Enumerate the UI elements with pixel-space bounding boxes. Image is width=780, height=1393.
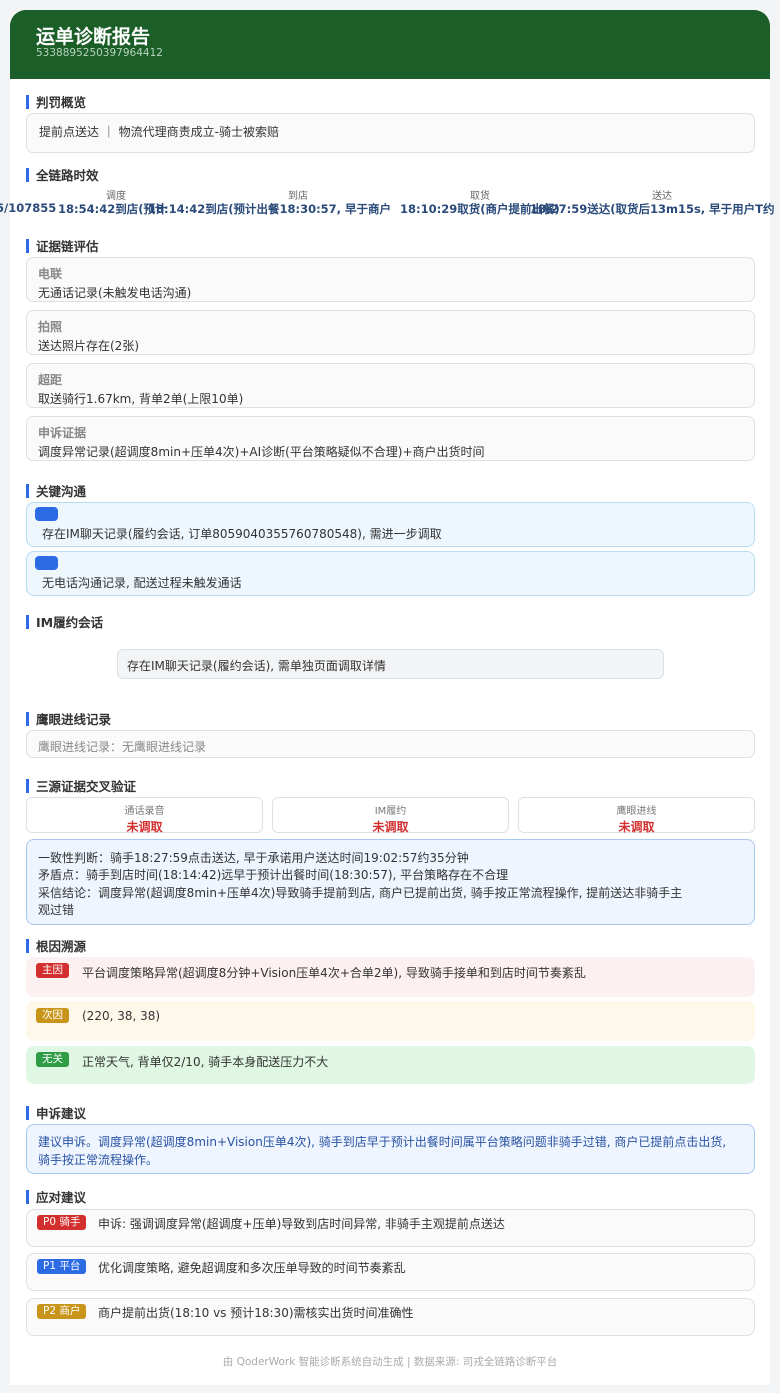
evidence-text: 调度异常记录(超调度8min+压单4次)+AI诊断(平台策略疑似不合理)+商户出… — [38, 445, 485, 459]
evidence-text: 取送骑行1.67km, 背单2单(上限10单) — [38, 392, 244, 406]
source-card-call-recording: 通话录音 未调取 — [26, 797, 263, 834]
section-title-hawk: 鹰眼进线记录 — [26, 712, 111, 728]
root-text: (220, 38, 38) — [82, 1009, 161, 1023]
footer-text: 由 QoderWork 智能诊断系统自动生成 | 数据来源: 司戎全链路诊断平台 — [222, 1356, 558, 1368]
root-cause-primary: 主因 平台调度策略异常(超调度8分钟+Vision压单4次+合单2单), 导致骑… — [26, 957, 755, 997]
source-status: 未调取 — [126, 820, 163, 834]
source-label: 通话录音 — [124, 806, 165, 817]
action-badge-p2: P2 商户 — [37, 1304, 87, 1319]
action-item-p2: P2 商户 商户提前出货(18:10 vs 预计18:30)需核实出货时间准确性 — [26, 1298, 755, 1336]
section-title-comm: 关键沟通 — [26, 484, 86, 500]
source-label: IM履约 — [374, 806, 407, 817]
source-card-im: IM履约 未调取 — [272, 797, 509, 834]
verify-conclusion-cont: 观过错 — [38, 903, 75, 917]
comm-item-phone: 无电话沟通记录, 配送过程未触发通话 — [26, 551, 755, 596]
comm-badge — [35, 507, 58, 521]
root-text: 正常天气, 背单仅2/10, 骑手本身配送压力不大 — [82, 1055, 329, 1069]
cross-verify-box: 一致性判断：骑手18:27:59点击送达, 早于承诺用户送达时间19:02:57… — [26, 839, 755, 925]
source-card-hawk: 鹰眼进线 未调取 — [518, 797, 755, 834]
root-badge-primary: 主因 — [36, 963, 69, 978]
root-badge-secondary: 次因 — [36, 1008, 69, 1023]
section-title-cross: 三源证据交叉验证 — [26, 779, 136, 795]
im-session-pill[interactable]: 存在IM聊天记录(履约会话), 需单独页面调取详情 — [117, 649, 664, 679]
section-title-timeline: 全链路时效 — [26, 168, 99, 184]
section-title-im: IM履约会话 — [26, 615, 103, 631]
evidence-card-distance: 超距 取送骑行1.67km, 背单2单(上限10单) — [26, 363, 755, 408]
section-title-penalty: 判罚概览 — [26, 95, 86, 111]
appeal-suggestion-text: 建议申诉。调度异常(超调度8min+Vision压单4次), 骑手到店早于预计出… — [38, 1135, 727, 1167]
comm-text: 无电话沟通记录, 配送过程未触发通话 — [42, 576, 242, 590]
section-title-appeal: 申诉建议 — [26, 1106, 86, 1122]
verify-consistency: 一致性判断：骑手18:27:59点击送达, 早于承诺用户送达时间19:02:57… — [38, 851, 469, 865]
comm-text: 存在IM聊天记录(履约会话, 订单8059040355760780548), 需… — [42, 527, 442, 541]
source-status: 未调取 — [618, 820, 655, 834]
evidence-title: 超距 — [38, 373, 63, 387]
source-label: 鹰眼进线 — [616, 806, 657, 817]
hawk-record-text: 鹰眼进线记录：无鹰眼进线记录 — [38, 740, 207, 754]
action-item-p1: P1 平台 优化调度策略, 避免超调度和多次压单导致的时间节奏紊乱 — [26, 1253, 755, 1291]
root-badge-unrelated: 无关 — [36, 1052, 69, 1067]
timeline-values-row: 5/107855 18:54:42到店(预计 18:14:42到店(预计出餐18… — [0, 199, 780, 221]
im-session-text: 存在IM聊天记录(履约会话), 需单独页面调取详情 — [127, 659, 386, 673]
timeline-fragment-1: 5/107855 — [0, 201, 57, 215]
evidence-title: 申诉证据 — [38, 426, 87, 440]
action-text: 申诉: 强调调度异常(超调度+压单)导致到店时间异常, 非骑手主观提前点送达 — [98, 1217, 505, 1231]
action-badge-p1: P1 平台 — [37, 1259, 87, 1274]
evidence-title: 拍照 — [38, 320, 63, 334]
penalty-summary-text: 提前点送达 ｜ 物流代理商责成立-骑士被索赔 — [39, 125, 279, 139]
comm-badge — [35, 556, 58, 570]
source-status: 未调取 — [372, 820, 409, 834]
evidence-text: 送达照片存在(2张) — [38, 339, 139, 353]
timeline-fragment-3: 18:14:42到店(预计出餐18:30:57, 早于商户 — [148, 202, 392, 216]
evidence-card-photo: 拍照 送达照片存在(2张) — [26, 310, 755, 355]
order-id: 5338895250397964412 — [36, 47, 163, 59]
action-badge-p0: P0 骑手 — [37, 1215, 87, 1230]
action-text: 商户提前出货(18:10 vs 预计18:30)需核实出货时间准确性 — [98, 1306, 414, 1320]
evidence-text: 无通话记录(未触发电话沟通) — [38, 286, 192, 300]
section-title-evidence: 证据链评估 — [26, 239, 99, 255]
root-text: 平台调度策略异常(超调度8分钟+Vision压单4次+合单2单), 导致骑手接单… — [82, 966, 586, 980]
comm-item-im: 存在IM聊天记录(履约会话, 订单8059040355760780548), 需… — [26, 502, 755, 547]
verify-conclusion: 采信结论：调度异常(超调度8min+压单4次)导致骑手提前到店, 商户已提前出货… — [38, 886, 683, 900]
report-title: 运单诊断报告 — [36, 26, 151, 48]
action-text: 优化调度策略, 避免超调度和多次压单导致的时间节奏紊乱 — [98, 1261, 406, 1275]
evidence-title: 电联 — [38, 267, 63, 281]
evidence-card-call: 电联 无通话记录(未触发电话沟通) — [26, 257, 755, 302]
section-title-actions: 应对建议 — [26, 1190, 86, 1206]
section-title-root: 根因溯源 — [26, 939, 86, 955]
appeal-suggestion-box: 建议申诉。调度异常(超调度8min+Vision压单4次), 骑手到店早于预计出… — [26, 1124, 755, 1174]
report-header: 运单诊断报告 5338895250397964412 — [10, 10, 770, 79]
root-cause-secondary: 次因 (220, 38, 38) — [26, 1001, 755, 1041]
evidence-card-appeal: 申诉证据 调度异常记录(超调度8min+压单4次)+AI诊断(平台策略疑似不合理… — [26, 416, 755, 461]
hawk-record-box: 鹰眼进线记录：无鹰眼进线记录 — [26, 730, 755, 758]
action-item-p0: P0 骑手 申诉: 强调调度异常(超调度+压单)导致到店时间异常, 非骑手主观提… — [26, 1209, 755, 1247]
penalty-summary-box: 提前点送达 ｜ 物流代理商责成立-骑士被索赔 — [26, 113, 755, 153]
timeline-fragment-5: 18:27:59送达(取货后13m15s, 早于用户T约 — [530, 202, 775, 216]
verify-conflict: 矛盾点：骑手到店时间(18:14:42)远早于预计出餐时间(18:30:57),… — [38, 868, 509, 882]
root-cause-unrelated: 无关 正常天气, 背单仅2/10, 骑手本身配送压力不大 — [26, 1046, 755, 1084]
